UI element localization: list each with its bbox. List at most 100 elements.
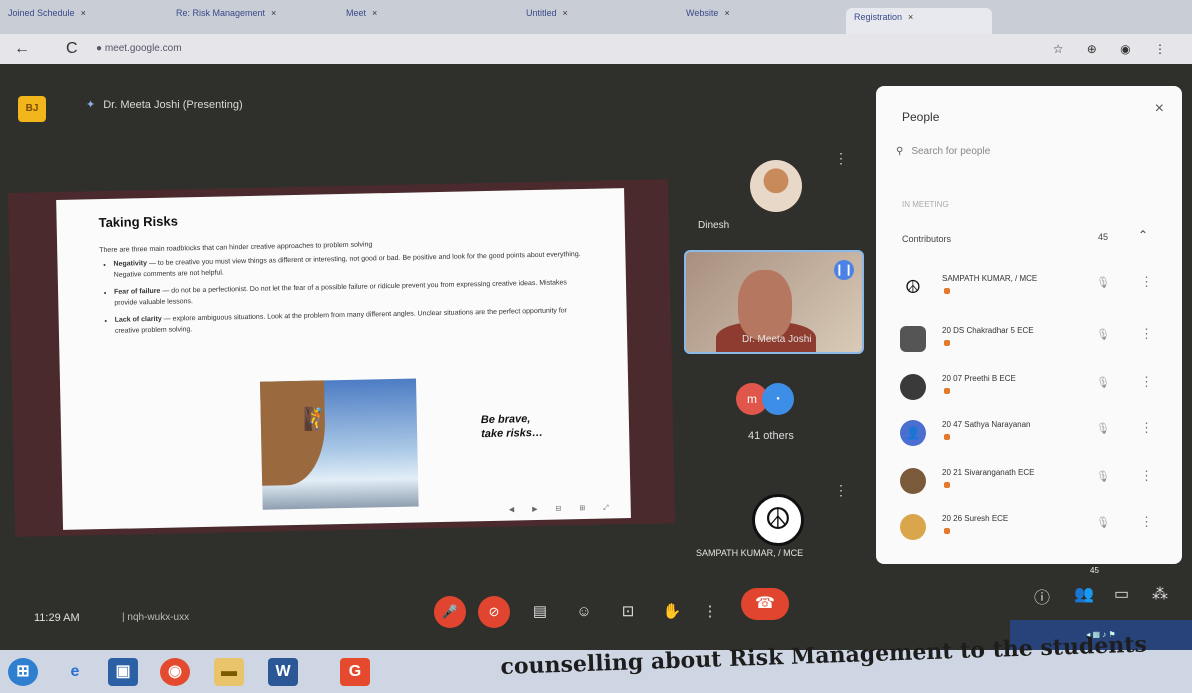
close-icon[interactable]: ×: [908, 12, 913, 22]
url-text: meet.google.com: [104, 43, 182, 54]
lock-icon: ●: [96, 43, 105, 54]
meeting-code-text: nqh-wukx-uxx: [127, 612, 190, 623]
url-field[interactable]: ● meet.google.com: [96, 43, 182, 54]
climber-figure-icon: 🧗: [302, 406, 331, 432]
bullet-term: Negativity: [113, 260, 148, 268]
bullet-term: Lack of clarity: [114, 315, 162, 324]
presenter-video-tile[interactable]: ❙❙ Dr. Meeta Joshi: [684, 250, 864, 354]
info-icon[interactable]: ⓘ: [1034, 584, 1050, 608]
mic-off-icon: 🎙: [1096, 423, 1110, 435]
mic-off-icon: 🎙: [1096, 329, 1110, 341]
caption-line: take risks…: [481, 426, 544, 441]
participants-badge: 45: [1090, 566, 1099, 575]
chat-icon[interactable]: ▭: [1114, 584, 1129, 604]
bullet-text: — explore ambiguous situations. Look at …: [114, 307, 568, 335]
search-placeholder: Search for people: [911, 146, 991, 157]
tab-label: Joined Schedule: [8, 8, 75, 18]
participant-name: 20 DS Chakradhar 5 ECE: [942, 326, 1034, 335]
close-icon[interactable]: ×: [563, 8, 568, 18]
dinesh-avatar: [750, 160, 802, 212]
participant-row[interactable]: ☮ SAMPATH KUMAR, / MCE 🎙 ⋮: [896, 270, 1168, 314]
chrome-window-icon[interactable]: G: [340, 658, 370, 686]
status-badge: [944, 434, 950, 440]
browser-tab[interactable]: Website ×: [686, 8, 836, 30]
slide-bullet: Fear of failure — do not be a perfection…: [114, 277, 584, 309]
peace-symbol-avatar: ☮: [752, 494, 804, 546]
participant-row[interactable]: 👤 20 47 Sathya Narayanan 🎙 ⋮: [896, 416, 1168, 460]
slide-intro: There are three main roadblocks that can…: [99, 241, 373, 255]
more-options-icon[interactable]: ⋮: [1140, 468, 1153, 484]
browser-toolbar-icons[interactable]: ☆ ⊕ ◉ ⋮: [1053, 42, 1176, 56]
word-icon[interactable]: W: [268, 658, 298, 686]
close-icon[interactable]: ×: [372, 8, 377, 18]
reload-icon[interactable]: C: [66, 40, 78, 58]
participant-row[interactable]: 20 DS Chakradhar 5 ECE 🎙 ⋮: [896, 322, 1168, 366]
participant-name: 20 21 Sivaranganath ECE: [942, 468, 1035, 477]
participant-row[interactable]: 20 07 Preethi B ECE 🎙 ⋮: [896, 370, 1168, 414]
search-icon: ⚲: [896, 146, 904, 157]
chrome-icon[interactable]: ◉: [160, 658, 190, 686]
more-options-icon[interactable]: ⋮: [1140, 514, 1153, 530]
activities-icon[interactable]: ⁂: [1152, 584, 1168, 604]
avatar: 👤: [900, 420, 926, 446]
mic-off-icon: 🎙: [1096, 377, 1110, 389]
more-options-icon[interactable]: ⋮: [694, 596, 726, 628]
tab-label: Untitled: [526, 8, 557, 18]
folder-icon[interactable]: ▬: [214, 658, 244, 686]
close-icon[interactable]: ×: [81, 8, 86, 18]
close-icon[interactable]: ×: [724, 8, 729, 18]
browser-tab[interactable]: Meet ×: [346, 8, 502, 30]
speaking-indicator-icon: ❙❙: [834, 260, 854, 280]
chevron-up-icon[interactable]: ⌃: [1138, 228, 1148, 242]
avatar: [900, 468, 926, 494]
present-screen-icon[interactable]: ⊡: [612, 596, 644, 628]
status-badge: [944, 288, 950, 294]
presenter-label: ✦ Dr. Meeta Joshi (Presenting): [86, 98, 243, 111]
participant-row[interactable]: 20 26 Suresh ECE 🎙 ⋮: [896, 510, 1168, 554]
avatar: [900, 374, 926, 400]
slide-controls[interactable]: ◀ ▶ ⊟ ⊞ ⤢: [509, 503, 617, 514]
slide-bullet: Negativity — to be creative you must vie…: [113, 249, 583, 281]
rock-shape: [260, 380, 327, 486]
browser-tab-active[interactable]: Registration ×: [846, 8, 992, 34]
back-arrow-icon[interactable]: ←: [14, 40, 30, 58]
contributors-count: 45: [1098, 232, 1109, 242]
pin-icon[interactable]: ✦: [86, 99, 95, 111]
tile-menu-icon[interactable]: ⋮: [834, 482, 848, 499]
more-options-icon[interactable]: ⋮: [1140, 374, 1153, 390]
presentation-slide: Taking Risks There are three main roadbl…: [56, 188, 631, 530]
mic-off-icon: 🎙: [1096, 517, 1110, 529]
climber-image: 🧗: [260, 378, 419, 510]
internet-explorer-icon[interactable]: e: [60, 658, 90, 686]
mic-off-icon[interactable]: 🎤: [434, 596, 466, 628]
bullet-text: — do not be a perfectionist. Do not let …: [114, 279, 567, 307]
captions-icon[interactable]: ▤: [524, 596, 556, 628]
slide-caption: Be brave, take risks…: [481, 412, 543, 441]
close-icon[interactable]: ×: [1155, 100, 1164, 118]
participant-name: SAMPATH KUMAR, / MCE: [696, 548, 804, 558]
browser-tab[interactable]: Re: Risk Management ×: [176, 8, 342, 30]
start-button[interactable]: ⊞: [8, 658, 38, 686]
participant-row[interactable]: 20 21 Sivaranganath ECE 🎙 ⋮: [896, 464, 1168, 508]
people-search-input[interactable]: ⚲ Search for people: [896, 146, 1158, 172]
more-options-icon[interactable]: ⋮: [1140, 326, 1153, 342]
presentation-area: Taking Risks There are three main roadbl…: [8, 179, 676, 537]
caption-line: Be brave,: [480, 413, 531, 427]
emoji-icon[interactable]: ☺: [568, 596, 600, 628]
close-icon[interactable]: ×: [271, 8, 276, 18]
more-options-icon[interactable]: ⋮: [1140, 420, 1153, 436]
more-options-icon[interactable]: ⋮: [1140, 274, 1153, 290]
mic-off-icon: 🎙: [1096, 471, 1110, 483]
browser-tab[interactable]: Joined Schedule ×: [8, 8, 160, 30]
raise-hand-icon[interactable]: ✋: [656, 596, 688, 628]
avatar: ☮: [904, 277, 922, 297]
media-icon[interactable]: ▣: [108, 658, 138, 686]
people-icon[interactable]: 👥: [1074, 584, 1094, 604]
tile-menu-icon[interactable]: ⋮: [834, 150, 848, 167]
section-label: IN MEETING: [902, 200, 949, 209]
end-call-button[interactable]: ☎: [741, 588, 789, 620]
camera-off-icon[interactable]: ⊘: [478, 596, 510, 628]
browser-tab[interactable]: Untitled ×: [526, 8, 676, 30]
contributors-label[interactable]: Contributors: [902, 234, 951, 244]
status-badge: [944, 340, 950, 346]
